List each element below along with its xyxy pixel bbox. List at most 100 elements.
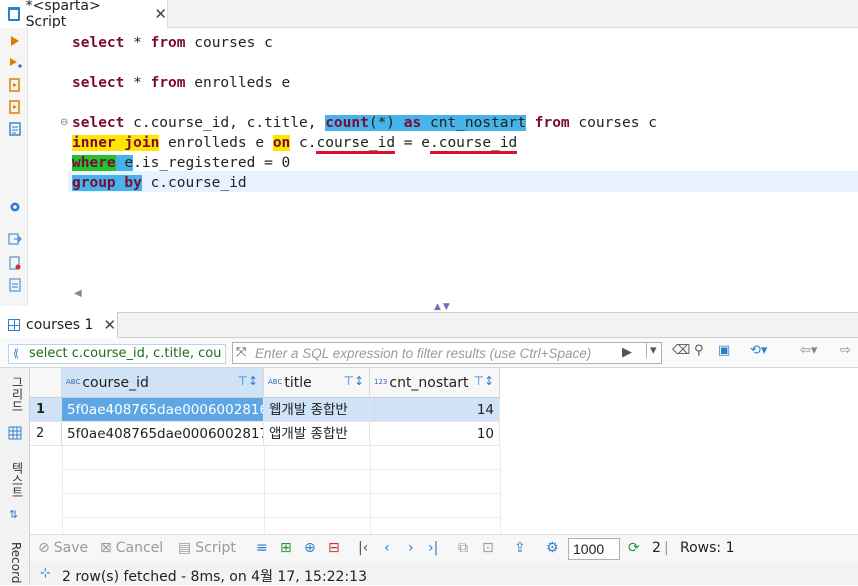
close-icon[interactable]: ✕ — [154, 6, 167, 22]
table-grid-icon — [8, 319, 20, 331]
save-button[interactable]: ⊘ Save — [38, 540, 88, 556]
cancel-label: Cancel — [115, 540, 164, 556]
explain-plan-icon[interactable] — [8, 122, 22, 136]
grid-view-icon[interactable] — [8, 426, 22, 440]
output-log-icon[interactable] — [8, 278, 22, 292]
string-type-icon: ABC — [268, 378, 283, 386]
editor-tab-title: *<sparta> Script — [25, 0, 101, 30]
sort-filter-icon[interactable]: ⊤↕ — [473, 374, 494, 388]
editor-tab-script[interactable]: *<sparta> Script ✕ — [0, 0, 168, 30]
first-page-icon[interactable]: |‹ — [358, 540, 368, 556]
fetch-size-icon[interactable]: ⧉ — [458, 540, 468, 556]
add-row-icon[interactable]: ⊞ — [280, 540, 292, 556]
code-token: .is_registered = 0 — [133, 155, 291, 171]
sort-filter-icon[interactable]: ⊤↕ — [343, 374, 364, 388]
string-type-icon: ABC — [66, 378, 81, 386]
apply-filter-icon[interactable]: ▣ — [718, 343, 730, 358]
script-icon: ▤ — [178, 540, 192, 556]
scroll-left-icon[interactable]: ◀ — [74, 288, 82, 299]
refresh-icon[interactable]: ⟳ — [628, 540, 640, 556]
script-button[interactable]: ▤ Script — [178, 540, 236, 556]
filter-dropdown-icon[interactable]: ▾ — [646, 343, 657, 358]
column-name: title — [284, 374, 312, 391]
number-type-icon: 123 — [374, 378, 388, 386]
editor-horizontal-scrollbar[interactable]: ◀ — [68, 288, 858, 302]
column-header-course-id[interactable]: ABC course_id ⊤↕ — [62, 368, 264, 398]
file-error-icon[interactable] — [8, 256, 22, 270]
expand-filter-icon[interactable]: ⤧ — [236, 345, 246, 360]
code-token: e — [115, 155, 134, 171]
settings-gear-icon[interactable] — [8, 200, 22, 214]
copy-row-icon[interactable]: ⊕ — [304, 540, 316, 556]
row-number[interactable]: 1 — [30, 398, 62, 422]
cancel-button[interactable]: ⊠ Cancel — [100, 540, 163, 556]
query-text-label[interactable]: ⟪ select c.course_id, c.title, cou — [8, 344, 226, 364]
filter-history-arrow-icon[interactable]: ▶ — [622, 345, 632, 360]
table-cell[interactable]: 10 — [370, 422, 500, 446]
close-icon[interactable]: ✕ — [103, 317, 116, 333]
execute-statement-icon[interactable] — [8, 34, 22, 48]
sort-filter-icon[interactable]: ⊤↕ — [237, 374, 258, 388]
table-cell[interactable]: 5f0ae408765dae0006002817 — [62, 422, 264, 446]
fetch-all-icon[interactable]: ⊡ — [482, 540, 494, 556]
table-cell[interactable]: 14 — [370, 398, 500, 422]
settings-gear-icon[interactable]: ⚙ — [546, 540, 559, 556]
table-cell[interactable]: 웹개발 종합반 — [264, 398, 370, 422]
code-token: select — [72, 75, 125, 91]
last-page-icon[interactable]: ›| — [428, 540, 438, 556]
code-token: enrolleds e — [185, 75, 291, 91]
code-token: enrolleds e — [159, 135, 273, 151]
table-cell[interactable]: 앱개발 종합반 — [264, 422, 370, 446]
panel-splitter-icon[interactable]: ▲▼ — [434, 302, 452, 312]
tab-record-view[interactable]: Record — [9, 542, 23, 583]
code-token: c.course_id, c.title, — [124, 115, 326, 131]
row-number[interactable]: 2 — [30, 422, 62, 446]
code-line-4[interactable]: inner join enrolleds e on c.course_id = … — [72, 133, 518, 154]
dropdown-chevron-icon[interactable]: | — [664, 540, 669, 556]
code-token: on — [272, 135, 291, 151]
tab-text-view[interactable]: 텍스트 — [9, 462, 26, 498]
script-label: Script — [195, 540, 236, 556]
sql-query-icon: ⟪ — [13, 347, 20, 360]
cancel-x-icon: ⊠ — [100, 540, 112, 556]
code-line-5[interactable]: where e.is_registered = 0 — [72, 153, 290, 173]
filter-settings-icon[interactable]: ⚲ — [694, 343, 704, 358]
column-header-cnt-nostart[interactable]: 123 cnt_nostart ⊤↕ — [370, 368, 500, 398]
clear-filter-icon[interactable]: ⌫ — [672, 343, 690, 358]
export-icon[interactable] — [8, 232, 22, 246]
panels-toggle-icon[interactable]: ⟲▾ — [750, 343, 767, 358]
code-line-3[interactable]: select c.course_id, c.title, count(*) as… — [72, 113, 657, 133]
tab-grid-view[interactable]: 그리드 — [9, 376, 26, 412]
edit-row-icon[interactable]: ≡ — [256, 540, 268, 556]
fold-toggle-icon[interactable]: ⊖ — [60, 117, 68, 128]
export-data-icon[interactable]: ⇪ — [514, 540, 526, 556]
column-name: cnt_nostart — [389, 374, 469, 391]
execute-script-icon[interactable] — [8, 78, 22, 92]
code-token: select — [72, 115, 125, 131]
grid-line — [62, 446, 63, 534]
code-token: count — [325, 115, 369, 131]
filter-expression-input[interactable] — [232, 342, 662, 364]
column-header-title[interactable]: ABC title ⊤↕ — [264, 368, 370, 398]
execute-script-new-tab-icon[interactable] — [8, 100, 22, 114]
previous-page-icon[interactable]: ‹ — [384, 540, 390, 556]
code-token: cnt_nostart — [421, 115, 526, 131]
code-line-1[interactable]: select * from courses c — [72, 33, 273, 53]
next-page-icon[interactable]: › — [408, 540, 414, 556]
result-limit-input[interactable] — [568, 538, 620, 560]
tab-results-courses[interactable]: courses 1 ✕ — [0, 312, 118, 338]
execute-in-new-tab-icon[interactable] — [8, 56, 22, 70]
row-count-label: Rows: 1 — [680, 540, 735, 556]
refresh-count[interactable]: 2 — [652, 540, 661, 556]
code-line-2[interactable]: select * from enrolleds e — [72, 73, 290, 93]
code-line-6[interactable]: group by c.course_id — [72, 173, 247, 193]
query-text: select c.course_id, c.title, cou — [29, 346, 222, 361]
code-token: select — [72, 35, 125, 51]
code-token: c. — [290, 135, 317, 151]
text-view-icon[interactable]: ⇅ — [9, 508, 18, 521]
back-icon[interactable]: ⇦▾ — [800, 343, 817, 358]
forward-icon[interactable]: ⇨ — [840, 343, 851, 358]
delete-row-icon[interactable]: ⊟ — [328, 540, 340, 556]
table-cell[interactable]: 5f0ae408765dae0006002816 — [62, 398, 264, 422]
